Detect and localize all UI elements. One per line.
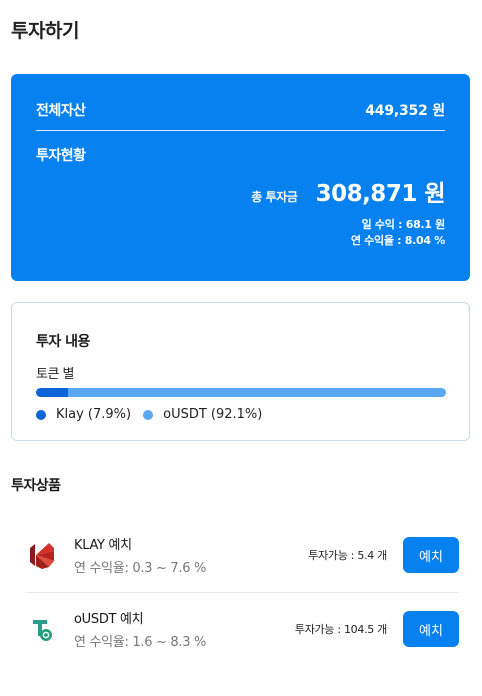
total-assets-row: 전체자산 449,352 원 xyxy=(36,100,445,120)
legend-item-klay: Klay (7.9%) xyxy=(36,407,131,422)
klay-logo-icon xyxy=(26,539,58,571)
asset-summary-card: 전체자산 449,352 원 투자현황 총 투자금 308,871 원 일 수익… xyxy=(11,74,470,281)
products-section-title: 투자상품 xyxy=(11,478,61,494)
total-assets-label: 전체자산 xyxy=(36,103,86,119)
details-title: 투자 내용 xyxy=(36,334,90,350)
details-subtitle: 토큰 별 xyxy=(36,367,75,382)
allocation-bar xyxy=(36,388,446,397)
product-text: KLAY 예치 연 수익율: 0.3 ~ 7.6 % xyxy=(74,534,206,576)
ousdt-logo-icon xyxy=(26,613,58,645)
investment-details-card: 투자 내용 토큰 별 Klay (7.9%) oUSDT (92.1%) xyxy=(11,302,470,441)
investment-status-label: 투자현황 xyxy=(36,148,86,164)
product-available-amount: 투자가능 : 104.5 개 xyxy=(294,623,387,636)
allocation-legend: Klay (7.9%) oUSDT (92.1%) xyxy=(36,407,262,422)
investment-stats: 일 수익 : 68.1 원 연 수익율 : 8.04 % xyxy=(351,217,445,249)
product-text: oUSDT 예치 연 수익율: 1.6 ~ 8.3 % xyxy=(74,608,206,650)
daily-income: 일 수익 : 68.1 원 xyxy=(361,218,446,231)
legend-dot-icon xyxy=(143,409,154,420)
annual-yield: 연 수익율 : 8.04 % xyxy=(350,234,445,247)
legend-label-klay: Klay (7.9%) xyxy=(56,407,132,422)
deposit-ousdt-button[interactable]: 예치 xyxy=(403,611,459,647)
total-assets-value: 449,352 원 xyxy=(365,103,445,119)
allocation-bar-klay-segment xyxy=(36,388,69,397)
product-yield: 연 수익율: 0.3 ~ 7.6 % xyxy=(74,561,207,576)
product-yield: 연 수익율: 1.6 ~ 8.3 % xyxy=(74,635,207,650)
product-name: oUSDT 예치 xyxy=(74,612,144,627)
legend-label-ousdt: oUSDT (92.1%) xyxy=(163,407,263,422)
product-row-klay: KLAY 예치 연 수익율: 0.3 ~ 7.6 % 투자가능 : 5.4 개 … xyxy=(26,528,459,582)
legend-item-ousdt: oUSDT (92.1%) xyxy=(143,407,262,422)
total-investment-row: 총 투자금 308,871 원 xyxy=(251,174,445,208)
product-name: KLAY 예치 xyxy=(74,538,132,553)
product-row-divider xyxy=(26,592,459,593)
page-title: 투자하기 xyxy=(11,20,79,42)
product-available-amount: 투자가능 : 5.4 개 xyxy=(308,549,387,562)
summary-divider xyxy=(36,130,445,131)
total-investment-value: 308,871 원 xyxy=(315,181,446,207)
legend-dot-icon xyxy=(36,409,46,420)
product-row-ousdt: oUSDT 예치 연 수익율: 1.6 ~ 8.3 % 투자가능 : 104.5… xyxy=(26,602,459,656)
deposit-klay-button[interactable]: 예치 xyxy=(403,537,459,573)
total-investment-label: 총 투자금 xyxy=(251,190,298,204)
